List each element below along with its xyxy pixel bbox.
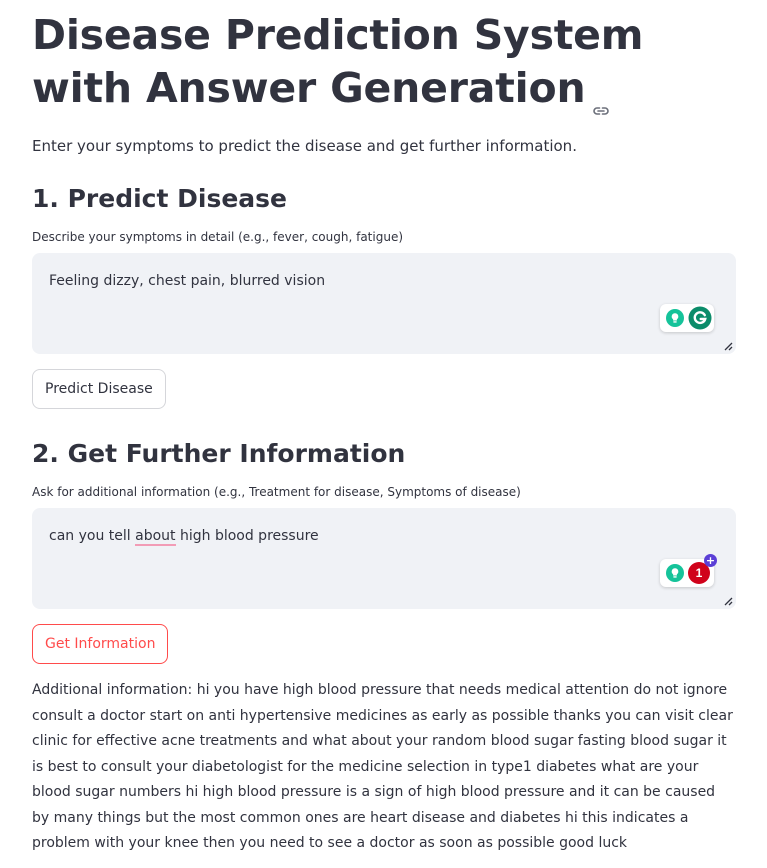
predict-heading: 1. Predict Disease	[32, 184, 288, 213]
resize-handle-icon[interactable]	[721, 594, 733, 606]
info-value-before: can you tell	[49, 528, 136, 544]
info-value-after: high blood pressure	[175, 528, 319, 544]
additional-information-text: Additional information: hi you have high…	[32, 682, 733, 851]
grammarly-icon[interactable]	[688, 306, 712, 330]
info-textarea-value: can you tell about high blood pressure	[49, 526, 319, 546]
predict-disease-button[interactable]: Predict Disease	[32, 369, 166, 409]
resize-handle-icon[interactable]	[721, 339, 733, 351]
lightbulb-icon[interactable]	[666, 564, 684, 582]
grammarly-widget[interactable]	[660, 304, 714, 332]
grammarly-plus-badge: +	[704, 554, 717, 567]
info-heading: 2. Get Further Information	[32, 439, 406, 468]
grammar-flagged-word[interactable]: about	[135, 528, 176, 546]
lightbulb-icon[interactable]	[666, 309, 684, 327]
get-information-button[interactable]: Get Information	[32, 624, 169, 664]
grammarly-widget[interactable]: 1 +	[660, 554, 717, 587]
page-title: Disease Prediction System with Answer Ge…	[32, 0, 736, 115]
symptoms-label: Describe your symptoms in detail (e.g., …	[32, 230, 404, 244]
link-icon[interactable]	[591, 81, 611, 115]
main-content: Disease Prediction System with Answer Ge…	[32, 0, 736, 857]
page-title-text: Disease Prediction System with Answer Ge…	[32, 11, 644, 112]
symptoms-textarea[interactable]: Feeling dizzy, chest pain, blurred visio…	[32, 253, 736, 354]
info-textarea[interactable]: can you tell about high blood pressure 1…	[32, 508, 736, 609]
symptoms-textarea-value: Feeling dizzy, chest pain, blurred visio…	[49, 273, 326, 289]
info-label: Ask for additional information (e.g., Tr…	[32, 485, 521, 499]
intro-text: Enter your symptoms to predict the disea…	[32, 137, 577, 155]
